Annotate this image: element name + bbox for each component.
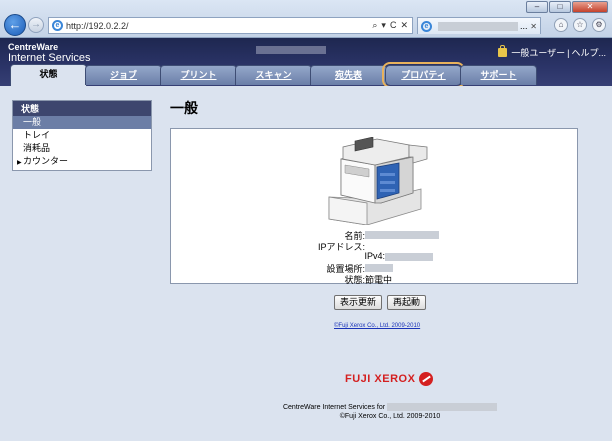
footer-model-redacted bbox=[387, 403, 497, 412]
info-row-ip: IPアドレス: bbox=[171, 240, 579, 252]
tab-jobs[interactable]: ジョブ bbox=[85, 65, 162, 85]
status-panel: 名前: IPアドレス: IPv4: 設置場所: 状態: 節電中 bbox=[170, 128, 579, 285]
refresh-button[interactable]: 表示更新 bbox=[334, 295, 383, 310]
logo-text: FUJI XEROX bbox=[345, 373, 416, 385]
status-label: 状態: bbox=[344, 275, 365, 285]
window-controls: – □ ✕ bbox=[526, 1, 608, 13]
tab-support[interactable]: サポート bbox=[460, 65, 537, 85]
browser-tab[interactable]: e ... ✕ bbox=[417, 17, 541, 34]
footer-line1: CentreWare Internet Services for bbox=[250, 403, 530, 412]
minimize-button[interactable]: – bbox=[526, 1, 548, 13]
device-name-redacted bbox=[256, 46, 326, 54]
address-tools: ⌕ ▾ C ✕ bbox=[372, 20, 412, 31]
main-tabs: 状態 ジョブ プリント スキャン 宛先表 プロパティ サポート bbox=[10, 62, 537, 88]
info-row-name: 名前: bbox=[171, 229, 579, 241]
sidebar-item-tray[interactable]: トレイ bbox=[13, 129, 151, 142]
brand: CentreWare Internet Services bbox=[8, 42, 91, 64]
chrome-icons: ⌂ ☆ ⚙ bbox=[554, 18, 606, 32]
tab-scan[interactable]: スキャン bbox=[235, 65, 312, 85]
tab-close-icon[interactable]: ✕ bbox=[530, 22, 537, 31]
device-info: 名前: IPアドレス: IPv4: 設置場所: 状態: 節電中 bbox=[171, 229, 579, 285]
footer-product: CentreWare Internet Services for bbox=[282, 404, 386, 411]
sidebar-item-label: トレイ bbox=[23, 130, 51, 140]
sidebar-item-general[interactable]: 一般 bbox=[13, 116, 151, 129]
home-icon[interactable]: ⌂ bbox=[554, 18, 568, 32]
tab-status[interactable]: 状態 bbox=[10, 64, 87, 86]
footer: CentreWare Internet Services for ©Fuji X… bbox=[250, 403, 530, 421]
separator: | bbox=[567, 47, 570, 58]
info-row-location: 設置場所: bbox=[171, 262, 579, 274]
user-area: 一般ユーザー | ヘルプ... bbox=[498, 45, 606, 59]
tab-print[interactable]: プリント bbox=[160, 65, 237, 85]
close-window-button[interactable]: ✕ bbox=[572, 1, 608, 13]
name-value-redacted bbox=[365, 229, 439, 239]
restart-button[interactable]: 再起動 bbox=[387, 295, 427, 310]
fuji-xerox-logo: FUJI XEROX bbox=[345, 372, 434, 386]
info-row-status: 状態: 節電中 bbox=[171, 273, 579, 285]
xerox-mark-icon bbox=[419, 372, 434, 386]
info-row-ipv4: IPv4: bbox=[171, 251, 579, 262]
search-icon[interactable]: ⌕ bbox=[372, 20, 377, 31]
refresh-icon[interactable]: C bbox=[390, 20, 397, 31]
gear-icon[interactable]: ⚙ bbox=[592, 18, 606, 32]
footer-line2: ©Fuji Xerox Co., Ltd. 2009-2010 bbox=[339, 413, 441, 420]
tab-properties[interactable]: プロパティ bbox=[382, 62, 465, 88]
status-value: 節電中 bbox=[365, 275, 393, 285]
sidebar-item-consumables[interactable]: 消耗品 bbox=[13, 142, 151, 155]
brand-line2: Internet Services bbox=[8, 52, 91, 64]
lock-icon bbox=[498, 45, 508, 57]
url-text[interactable]: http://192.0.2.2/ bbox=[66, 21, 372, 31]
ie-page-icon: e bbox=[52, 20, 63, 31]
brand-line1: CentreWare bbox=[8, 42, 59, 52]
back-button[interactable]: ← bbox=[4, 14, 26, 36]
help-link[interactable]: ヘルプ... bbox=[571, 46, 606, 59]
dropdown-icon[interactable]: ▾ bbox=[381, 20, 386, 31]
user-link[interactable]: 一般ユーザー bbox=[511, 46, 565, 59]
page-title: 一般 bbox=[170, 100, 198, 116]
sidebar-item-counter[interactable]: ▶カウンター bbox=[13, 155, 151, 170]
forward-button[interactable]: → bbox=[28, 17, 44, 33]
stop-icon[interactable]: ✕ bbox=[400, 20, 408, 31]
tab-page-icon: e bbox=[421, 20, 432, 32]
sidebar: 状態 一般 トレイ 消耗品 ▶カウンター bbox=[12, 100, 152, 171]
address-bar[interactable]: e http://192.0.2.2/ ⌕ ▾ C ✕ bbox=[48, 17, 413, 34]
tab-address-book[interactable]: 宛先表 bbox=[310, 65, 387, 85]
sidebar-title: 状態 bbox=[13, 101, 151, 116]
favorites-icon[interactable]: ☆ bbox=[573, 18, 587, 32]
action-buttons: 表示更新 再起動 bbox=[334, 295, 427, 310]
sidebar-item-label: カウンター bbox=[23, 156, 69, 166]
page-content: 状態 一般 トレイ 消耗品 ▶カウンター 一般 名前: IPアドレス: IPv4… bbox=[0, 86, 612, 441]
tab-ellipsis: ... bbox=[520, 21, 528, 31]
sidebar-item-label: 消耗品 bbox=[23, 143, 51, 153]
copyright-link[interactable]: ©Fuji Xerox Co., Ltd. 2009-2010 bbox=[334, 323, 420, 329]
location-value-redacted bbox=[365, 262, 393, 272]
maximize-button[interactable]: □ bbox=[549, 1, 571, 13]
ipv4-label: IPv4: bbox=[364, 251, 385, 261]
browser-chrome: – □ ✕ ← → e http://192.0.2.2/ ⌕ ▾ C ✕ e … bbox=[0, 0, 612, 38]
sidebar-item-label: 一般 bbox=[23, 117, 42, 127]
printer-icon bbox=[328, 137, 428, 225]
ipv4-value-redacted bbox=[385, 251, 433, 261]
tab-title-redacted bbox=[438, 21, 518, 31]
